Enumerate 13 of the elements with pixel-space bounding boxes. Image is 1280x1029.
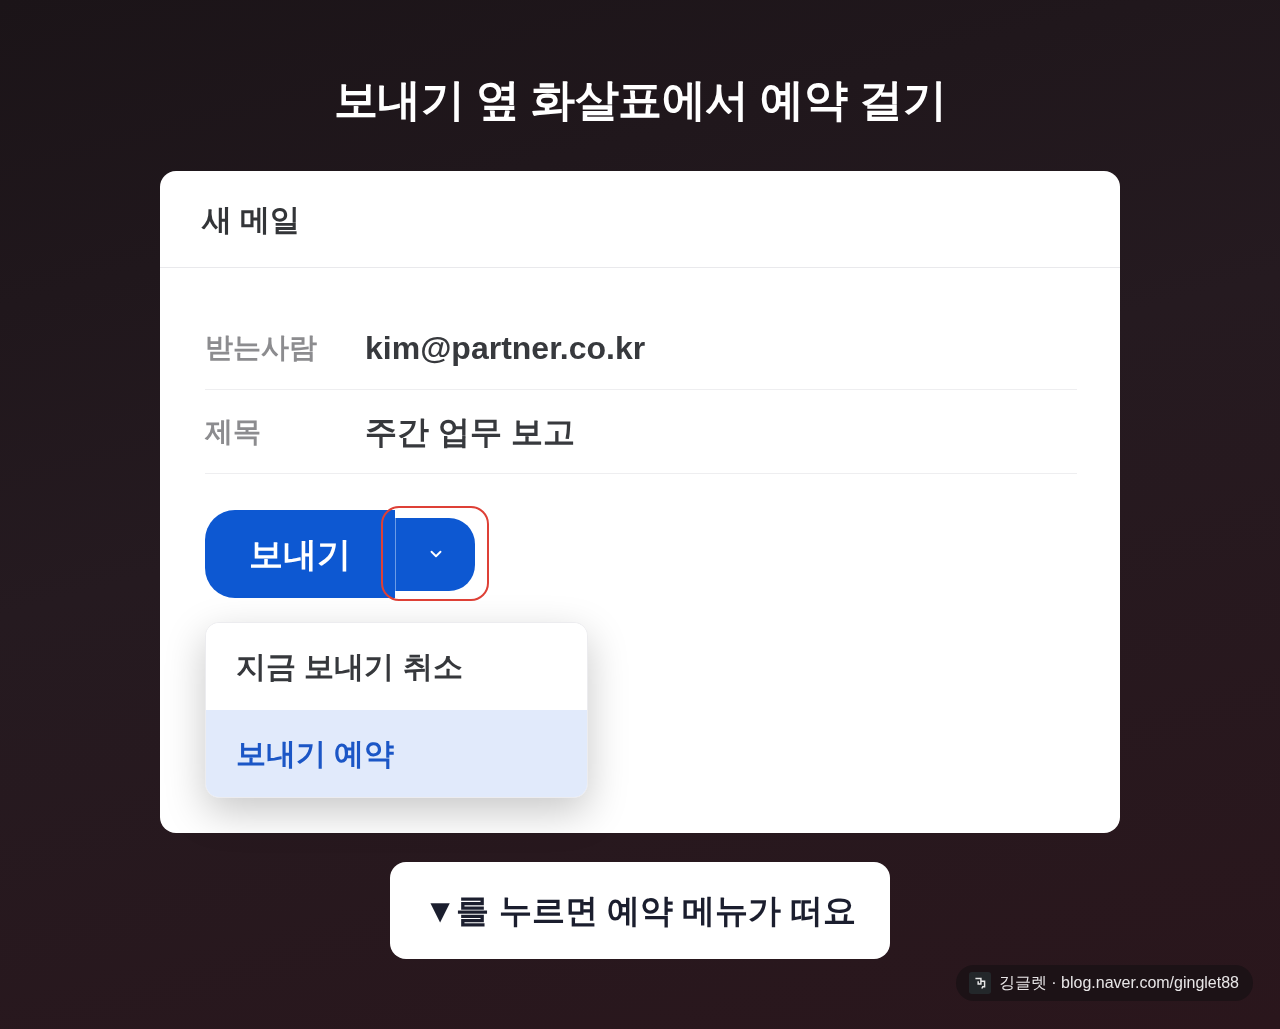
dropdown-toggle-button[interactable] (395, 517, 475, 591)
menu-item[interactable]: 보내기 예약 (206, 710, 587, 797)
menu-item[interactable]: 지금 보내기 취소 (206, 623, 587, 710)
field-label: 받는사람 (205, 330, 318, 365)
field-label: 제목 (205, 414, 262, 449)
field-value[interactable]: kim@partner.co.kr (365, 323, 646, 372)
send-button[interactable]: 보내기 (205, 510, 395, 598)
credit-text: 깅글렛 · blog.naver.com/ginglet88 (998, 973, 1239, 993)
logo-icon (968, 972, 991, 994)
field-value[interactable]: 주간 업무 보고 (365, 407, 575, 456)
page-title: 보내기 옆 화살표에서 예약 걸기 (333, 74, 947, 126)
caption-text: ▼를 누르면 예약 메뉴가 떠요 (423, 890, 857, 931)
window-title: 새 메일 (202, 201, 301, 238)
